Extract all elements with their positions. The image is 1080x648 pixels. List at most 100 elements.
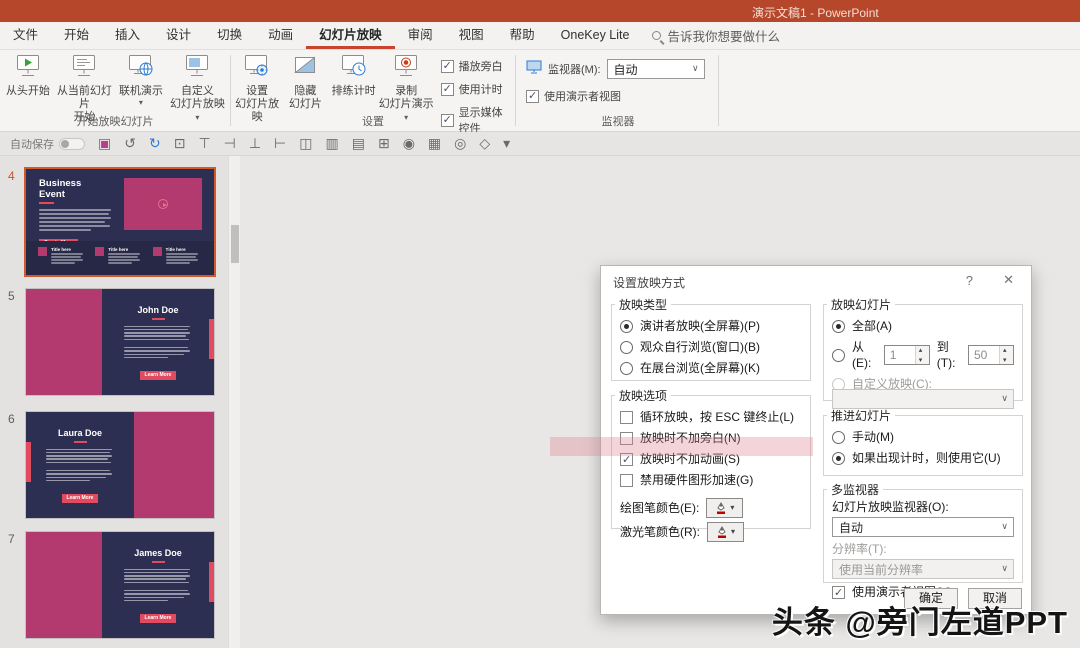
circle-icon[interactable]: ◉: [403, 133, 415, 155]
distribute-vertical-icon[interactable]: ▥: [325, 133, 338, 155]
browsed-at-kiosk-radio[interactable]: 在展台浏览(全屏幕)(K): [620, 360, 802, 376]
start-slideshow-icon[interactable]: ⊡: [174, 133, 186, 155]
close-icon[interactable]: ✕: [1003, 272, 1014, 288]
use-timings-checkbox[interactable]: 使用计时: [441, 81, 513, 97]
quick-access-toolbar: 自动保存 ▣ ↺ ↻ ⊡ ⊤ ⊣ ⊥ ⊢ ◫ ▥ ▤ ⊞ ◉ ▦ ◎ ◇ ▾: [0, 132, 1080, 156]
qat-more-icon[interactable]: ▾: [503, 133, 510, 155]
redo-icon[interactable]: ↻: [149, 133, 161, 155]
checkbox-icon: [620, 474, 633, 487]
to-spinner[interactable]: 50: [968, 345, 1014, 365]
group-legend: 放映选项: [615, 387, 671, 404]
checkbox-checked-icon: [526, 90, 539, 103]
checkbox-checked-icon: [441, 60, 454, 73]
feature-column: Title here: [38, 247, 87, 275]
autosave-toggle[interactable]: 自动保存: [10, 136, 85, 152]
tab-review[interactable]: 审阅: [395, 22, 446, 49]
slideshow-monitor-select[interactable]: 自动: [832, 517, 1014, 537]
loop-continuously-checkbox[interactable]: 循环放映，按 ESC 键终止(L): [620, 409, 802, 425]
set-up-show-dialog: 设置放映方式 ? ✕ 放映类型 演讲者放映(全屏幕)(P) 观众自行浏览(窗口)…: [600, 265, 1032, 615]
rehearse-timings-button[interactable]: 排练计时: [330, 50, 378, 98]
group-legend: 放映幻灯片: [827, 296, 895, 313]
slide-title: Laura Doe: [26, 428, 134, 438]
spinner-arrows[interactable]: [915, 346, 929, 364]
align-center-icon[interactable]: ▤: [352, 133, 365, 155]
align-right-icon[interactable]: ⊣: [224, 133, 236, 155]
slide-thumbnail-4[interactable]: 4 Business Event Create More Title here …: [26, 169, 214, 275]
from-beginning-button[interactable]: 从头开始: [2, 50, 54, 98]
from-radio[interactable]: [832, 349, 845, 362]
resolution-label: 分辨率(T):: [832, 541, 1014, 557]
from-spinner[interactable]: 1: [884, 345, 930, 365]
spinner-arrows[interactable]: [999, 346, 1013, 364]
slide-thumbnail-panel: 4 Business Event Create More Title here …: [0, 156, 228, 648]
tab-view[interactable]: 视图: [446, 22, 497, 49]
accent-tab: [209, 562, 214, 602]
presented-by-speaker-radio[interactable]: 演讲者放映(全屏幕)(P): [620, 318, 802, 334]
ribbon-separator: [230, 55, 231, 126]
use-presenter-view-checkbox[interactable]: 使用演示者视图: [518, 79, 718, 104]
browsed-by-individual-radio[interactable]: 观众自行浏览(窗口)(B): [620, 339, 802, 355]
graph-icon: [95, 247, 104, 256]
spin-down-icon[interactable]: [916, 355, 929, 364]
laser-color-row: 激光笔颜色(R):: [620, 522, 802, 542]
scrollbar-thumb[interactable]: [231, 225, 239, 263]
video-placeholder: [124, 178, 202, 230]
use-timings-radio[interactable]: 如果出现计时，则使用它(U): [832, 450, 1014, 466]
tab-animations[interactable]: 动画: [255, 22, 306, 49]
slide-number: 7: [8, 532, 15, 546]
disable-hardware-acceleration-checkbox[interactable]: 禁用硬件图形加速(G): [620, 472, 802, 488]
distribute-horizontal-icon[interactable]: ◫: [299, 133, 312, 155]
monitor-select[interactable]: 自动: [607, 59, 705, 79]
play-narrations-checkbox[interactable]: 播放旁白: [441, 58, 513, 74]
group-start-slideshow: 从头开始 从当前幻灯片 开始 联机演示 自定义 幻灯片放映 开始放映幻灯片: [2, 50, 228, 131]
align-bottom-icon[interactable]: ⊥: [249, 133, 261, 155]
tab-transitions[interactable]: 切换: [204, 22, 255, 49]
tab-help[interactable]: 帮助: [497, 22, 548, 49]
folder-icon: [153, 247, 162, 256]
radio-selected-icon: [832, 320, 845, 333]
layout-icon[interactable]: ▦: [428, 133, 441, 155]
slide-thumbnail-7[interactable]: 7 James Doe Learn More: [26, 532, 214, 638]
undo-icon[interactable]: ↺: [124, 133, 136, 155]
watermark-text: 头条 @旁门左道PPT: [772, 597, 1068, 642]
tab-slideshow[interactable]: 幻灯片放映: [306, 22, 395, 49]
tab-insert[interactable]: 插入: [102, 22, 153, 49]
image-placeholder: [134, 412, 214, 518]
manually-radio[interactable]: 手动(M): [832, 429, 1014, 445]
hide-slide-button[interactable]: 隐藏 幻灯片: [281, 50, 329, 111]
slide-thumbnail-5[interactable]: 5 John Doe Learn More: [26, 289, 214, 395]
tab-home[interactable]: 开始: [51, 22, 102, 49]
checkbox-checked-icon: [441, 83, 454, 96]
shape-outline-icon[interactable]: ◎: [454, 133, 466, 155]
group-label-start-slideshow: 开始放映幻灯片: [2, 113, 228, 129]
show-slides-group: 放映幻灯片 全部(A) 从(E): 1 到(T): 50: [823, 296, 1023, 401]
thumbnail-scrollbar[interactable]: [228, 156, 240, 648]
show-without-animation-checkbox[interactable]: 放映时不加动画(S): [620, 451, 802, 467]
tab-design[interactable]: 设计: [153, 22, 204, 49]
monitor-clock-icon: [339, 53, 369, 84]
show-without-narration-checkbox[interactable]: 放映时不加旁白(N): [620, 430, 802, 446]
present-online-button[interactable]: 联机演示: [115, 50, 167, 107]
ribbon-separator: [718, 55, 719, 126]
shapes-icon[interactable]: ◇: [479, 133, 490, 155]
slide-thumbnail-6[interactable]: 6 Laura Doe Learn More: [26, 412, 214, 518]
save-icon[interactable]: ▣: [98, 133, 111, 155]
align-left-icon[interactable]: ⊢: [274, 133, 286, 155]
monitor-record-icon: [391, 53, 421, 84]
spin-down-icon[interactable]: [1000, 355, 1013, 364]
laser-color-dropdown[interactable]: [707, 522, 744, 542]
chart-icon: [38, 247, 47, 256]
align-top-icon[interactable]: ⊤: [198, 133, 210, 155]
tab-file[interactable]: 文件: [0, 22, 51, 49]
slide-number: 6: [8, 412, 15, 426]
help-icon[interactable]: ?: [966, 273, 973, 288]
tab-onekey-lite[interactable]: OneKey Lite: [548, 22, 643, 49]
text-panel: Laura Doe Learn More: [26, 412, 134, 518]
rotate-icon[interactable]: ⊞: [378, 133, 390, 155]
tell-me-search[interactable]: 告诉我你想要做什么: [652, 22, 780, 49]
group-label-setup: 设置: [233, 113, 513, 129]
all-slides-radio[interactable]: 全部(A): [832, 318, 1014, 334]
slideshow-monitor-label: 幻灯片放映监视器(O):: [832, 499, 1014, 515]
radio-icon: [620, 341, 633, 354]
pen-color-dropdown[interactable]: [706, 498, 743, 518]
